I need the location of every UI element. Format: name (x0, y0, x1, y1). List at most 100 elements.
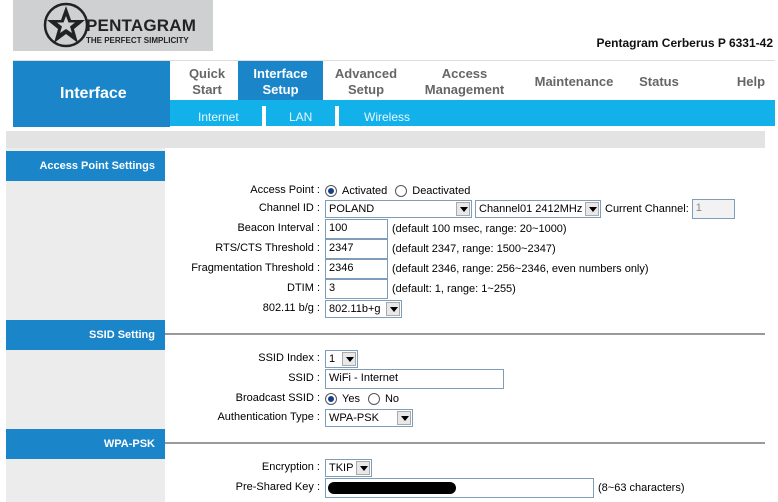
logo-name: PENTAGRAM (86, 16, 197, 35)
row-encryption: Encryption : TKIP (0, 458, 778, 478)
nav-advanced-setup[interactable]: Advanced Setup (331, 66, 401, 98)
encryption-value: TKIP (329, 462, 354, 474)
nav-interface-setup-line2: Setup (262, 82, 299, 97)
activated-label: Activated (342, 185, 388, 197)
fragmentation-hint: (default 2346, range: 256~2346, even num… (392, 263, 649, 275)
wireless-mode-value: 802.11b+g (329, 303, 381, 315)
beacon-interval-input[interactable]: 100 (325, 219, 388, 239)
broadcast-yes-radio[interactable] (325, 393, 337, 405)
activated-radio[interactable] (325, 185, 337, 197)
section-divider (165, 333, 765, 335)
subnav-wireless[interactable]: Wireless (364, 110, 410, 124)
rts-cts-hint: (default 2347, range: 1500~2347) (392, 243, 556, 255)
main-nav: Interface Quick Start Interface Setup Ad… (13, 60, 775, 127)
chevron-down-icon (456, 202, 470, 216)
pre-shared-key-label: Pre-Shared Key : (235, 481, 320, 493)
nav-interface-setup[interactable]: Interface Setup (238, 61, 323, 101)
authentication-type-label: Authentication Type : (217, 411, 320, 423)
row-pre-shared-key: Pre-Shared Key : (8~63 characters) (0, 478, 778, 498)
wireless-mode-label: 802.11 b/g : (262, 302, 320, 314)
section-ssid-setting: SSID Setting (6, 320, 165, 350)
nav-quick-start-line2: Start (192, 82, 222, 97)
channel-id-label: Channel ID : (258, 202, 320, 214)
country-value: POLAND (329, 203, 375, 215)
rts-cts-input[interactable]: 2347 (325, 239, 388, 259)
fragmentation-label: Fragmentation Threshold : (191, 262, 320, 274)
ssid-index-select[interactable]: 1 (325, 350, 358, 368)
row-dtim: DTIM : 3 (default: 1, range: 1~255) (0, 279, 778, 299)
fragmentation-input[interactable]: 2346 (325, 259, 388, 279)
nav-advanced-setup-line1: Advanced (334, 66, 398, 81)
nav-advanced-setup-line2: Setup (347, 82, 385, 97)
chevron-down-icon (397, 411, 411, 425)
nav-quick-start-line1: Quick (188, 66, 226, 81)
beacon-interval-label: Beacon Interval : (237, 222, 320, 234)
ssid-input[interactable]: WiFi - Internet (325, 369, 504, 389)
nav-section-title: Interface (13, 61, 170, 127)
dtim-hint: (default: 1, range: 1~255) (392, 283, 516, 295)
broadcast-no-label: No (384, 393, 400, 405)
country-select[interactable]: POLAND (325, 200, 472, 218)
row-broadcast-ssid: Broadcast SSID : Yes No (0, 389, 778, 409)
chevron-down-icon (342, 352, 356, 366)
nav-quick-start[interactable]: Quick Start (183, 66, 231, 98)
current-channel-label: Current Channel: (605, 203, 689, 215)
row-80211-mode: 802.11 b/g : 802.11b+g (0, 299, 778, 319)
rts-cts-label: RTS/CTS Threshold : (215, 242, 320, 254)
section-access-point-settings: Access Point Settings (6, 151, 165, 181)
encryption-label: Encryption : (261, 461, 320, 473)
access-point-label: Access Point : (250, 184, 320, 196)
row-channel-id: Channel ID : POLAND Channel01 2412MHz Cu… (0, 199, 778, 219)
deactivated-label: Deactivated (412, 185, 471, 197)
dtim-label: DTIM : (287, 282, 320, 294)
chevron-down-icon (585, 202, 599, 216)
authentication-type-select[interactable]: WPA-PSK (325, 409, 413, 427)
authentication-type-value: WPA-PSK (329, 412, 379, 424)
broadcast-no-radio[interactable] (367, 393, 380, 405)
section-divider (165, 442, 765, 444)
chevron-down-icon (386, 302, 400, 316)
nav-maintenance[interactable]: Maintenance (528, 74, 620, 90)
subnav-lan[interactable]: LAN (289, 110, 312, 124)
ssid-index-value: 1 (329, 353, 336, 365)
chevron-down-icon (356, 461, 370, 475)
beacon-interval-hint: (default 100 msec, range: 20~1000) (392, 223, 567, 235)
deactivated-radio[interactable] (395, 185, 408, 197)
subnav-internet[interactable]: Internet (198, 110, 239, 124)
row-beacon-interval: Beacon Interval : 100 (default 100 msec,… (0, 219, 778, 239)
pentagram-star-icon (43, 2, 89, 48)
logo-tagline: THE PERFECT SIMPLICITY (86, 36, 189, 45)
subnav-divider (262, 106, 266, 126)
broadcast-ssid-label: Broadcast SSID : (235, 392, 320, 404)
row-access-point: Access Point : Activated Deactivated (0, 181, 778, 201)
row-fragmentation: Fragmentation Threshold : 2346 (default … (0, 259, 778, 279)
section-wpa-psk: WPA-PSK (6, 429, 165, 459)
nav-interface-setup-line1: Interface (253, 66, 308, 81)
row-ssid: SSID : WiFi - Internet (0, 369, 778, 389)
pre-shared-key-hint: (8~63 characters) (598, 482, 685, 494)
wireless-mode-select[interactable]: 802.11b+g (325, 300, 402, 318)
pre-shared-key-input[interactable] (325, 478, 594, 498)
channel-select[interactable]: Channel01 2412MHz (475, 200, 601, 218)
encryption-select[interactable]: TKIP (325, 459, 372, 477)
dtim-input[interactable]: 3 (325, 279, 388, 299)
row-authentication-type: Authentication Type : WPA-PSK (0, 408, 778, 428)
logo: PENTAGRAM THE PERFECT SIMPLICITY (13, 0, 213, 51)
ssid-index-label: SSID Index : (258, 352, 320, 364)
content-top-bar (6, 131, 765, 148)
ssid-label: SSID : (288, 372, 320, 384)
row-rts-cts: RTS/CTS Threshold : 2347 (default 2347, … (0, 239, 778, 259)
broadcast-yes-label: Yes (342, 393, 360, 405)
nav-help[interactable]: Help (731, 74, 771, 90)
channel-value: Channel01 2412MHz (479, 203, 583, 215)
nav-status[interactable]: Status (635, 74, 683, 90)
nav-access-management-line2: Management (424, 82, 505, 97)
nav-access-management-line1: Access (441, 66, 488, 81)
sub-nav: Internet LAN Wireless (170, 100, 775, 126)
device-model: Pentagram Cerberus P 6331-42 (596, 36, 773, 50)
nav-access-management[interactable]: Access Management (417, 66, 512, 98)
subnav-divider (335, 106, 339, 126)
redaction-mark (328, 482, 456, 494)
current-channel-field: 1 (691, 199, 735, 219)
row-ssid-index: SSID Index : 1 (0, 349, 778, 369)
